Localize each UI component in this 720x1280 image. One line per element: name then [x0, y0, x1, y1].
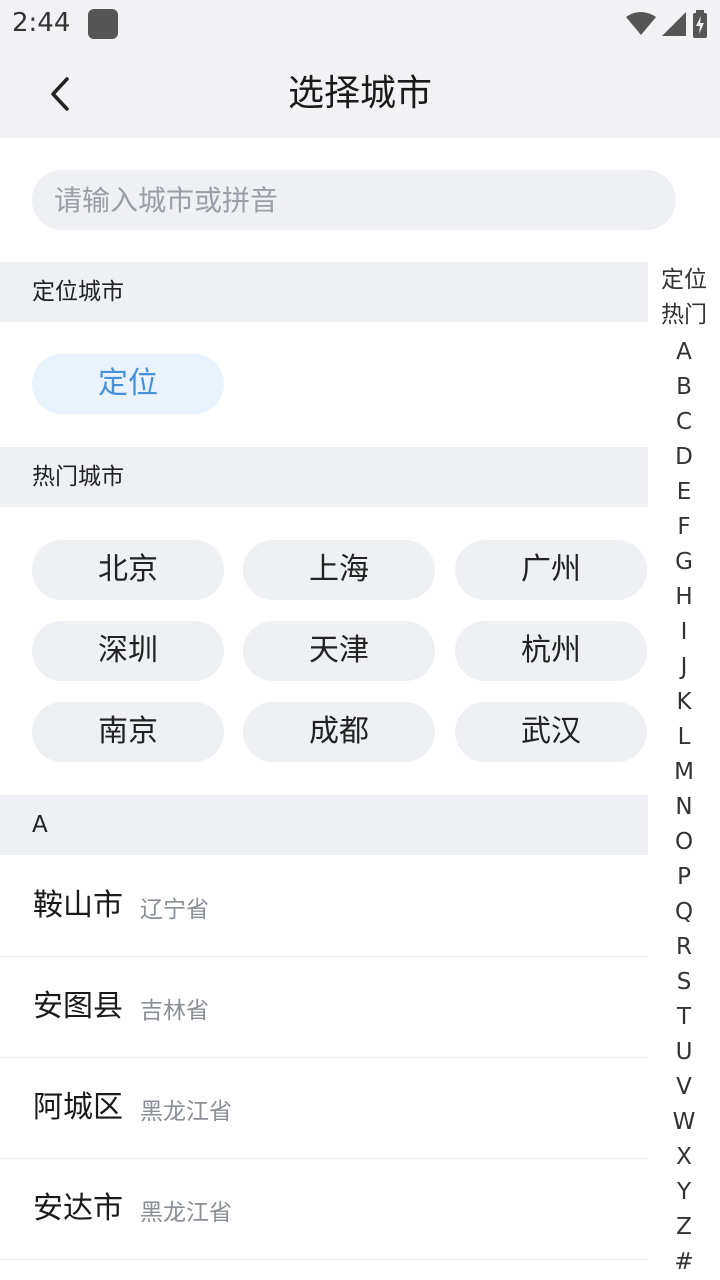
letter-section-header: A	[0, 795, 648, 855]
locate-button[interactable]: 定位	[32, 354, 224, 414]
city-name: 安达市	[33, 1191, 123, 1226]
hot-section-header: 热门城市	[0, 447, 648, 507]
index-item[interactable]: R	[648, 930, 720, 965]
city-province: 黑龙江省	[140, 1200, 232, 1226]
city-province: 黑龙江省	[140, 1099, 232, 1125]
index-item[interactable]: Y	[648, 1175, 720, 1210]
index-item[interactable]: V	[648, 1070, 720, 1105]
search-box	[32, 170, 676, 230]
city-name: 阿城区	[33, 1090, 123, 1125]
index-item[interactable]: L	[648, 720, 720, 755]
location-section-header: 定位城市	[0, 262, 648, 322]
index-item[interactable]: M	[648, 755, 720, 790]
app-bar: 选择城市	[0, 50, 720, 138]
hot-city-chip[interactable]: 武汉	[455, 702, 647, 762]
index-item[interactable]: #	[648, 1245, 720, 1280]
battery-charging-icon	[693, 10, 707, 38]
index-item[interactable]: N	[648, 790, 720, 825]
index-item[interactable]: Z	[648, 1210, 720, 1245]
city-province: 吉林省	[140, 998, 209, 1024]
index-item[interactable]: D	[648, 440, 720, 475]
search-input[interactable]	[32, 170, 676, 230]
wifi-icon	[626, 12, 656, 35]
hot-city-chip[interactable]: 成都	[243, 702, 435, 762]
city-list-item[interactable]: 安达市 黑龙江省	[0, 1159, 648, 1260]
hot-city-chip[interactable]: 深圳	[32, 621, 224, 681]
index-item[interactable]: W	[648, 1105, 720, 1140]
status-icons	[626, 10, 708, 38]
page-title: 选择城市	[287, 73, 432, 114]
index-item[interactable]: T	[648, 1000, 720, 1035]
city-name: 鞍山市	[33, 888, 123, 923]
city-province: 辽宁省	[140, 897, 209, 923]
index-item[interactable]: P	[648, 860, 720, 895]
city-name: 安图县	[33, 989, 123, 1024]
index-item[interactable]: E	[648, 475, 720, 510]
hot-city-chip[interactable]: 天津	[243, 621, 435, 681]
city-list-item[interactable]: 安图县 吉林省	[0, 957, 648, 1058]
index-item[interactable]: J	[648, 650, 720, 685]
hot-city-chip[interactable]: 广州	[455, 540, 647, 600]
hot-city-chip[interactable]: 杭州	[455, 621, 647, 681]
index-item[interactable]: B	[648, 370, 720, 405]
index-item[interactable]: 热门	[648, 298, 720, 333]
hot-city-chip[interactable]: 上海	[243, 540, 435, 600]
city-list-item[interactable]: 阿城区 黑龙江省	[0, 1058, 648, 1159]
status-time: 2:44	[12, 8, 71, 38]
alphabet-index-bar[interactable]: 定位 热门 A B C D E F G H I J K L M N O P Q …	[648, 262, 720, 1280]
notification-app-icon	[88, 9, 118, 39]
index-item[interactable]: F	[648, 510, 720, 545]
index-item[interactable]: A	[648, 335, 720, 370]
index-item[interactable]: O	[648, 825, 720, 860]
index-item[interactable]: 定位	[648, 263, 720, 298]
index-item[interactable]: I	[648, 615, 720, 650]
hot-city-chip[interactable]: 北京	[32, 540, 224, 600]
cellular-signal-icon	[662, 12, 686, 36]
index-item[interactable]: H	[648, 580, 720, 615]
index-item[interactable]: K	[648, 685, 720, 720]
hot-city-chip[interactable]: 南京	[32, 702, 224, 762]
index-item[interactable]: C	[648, 405, 720, 440]
index-item[interactable]: S	[648, 965, 720, 1000]
index-item[interactable]: U	[648, 1035, 720, 1070]
index-item[interactable]: G	[648, 545, 720, 580]
index-item[interactable]: X	[648, 1140, 720, 1175]
status-bar: 2:44	[0, 0, 720, 50]
index-item[interactable]: Q	[648, 895, 720, 930]
city-list-item[interactable]: 鞍山市 辽宁省	[0, 856, 648, 957]
